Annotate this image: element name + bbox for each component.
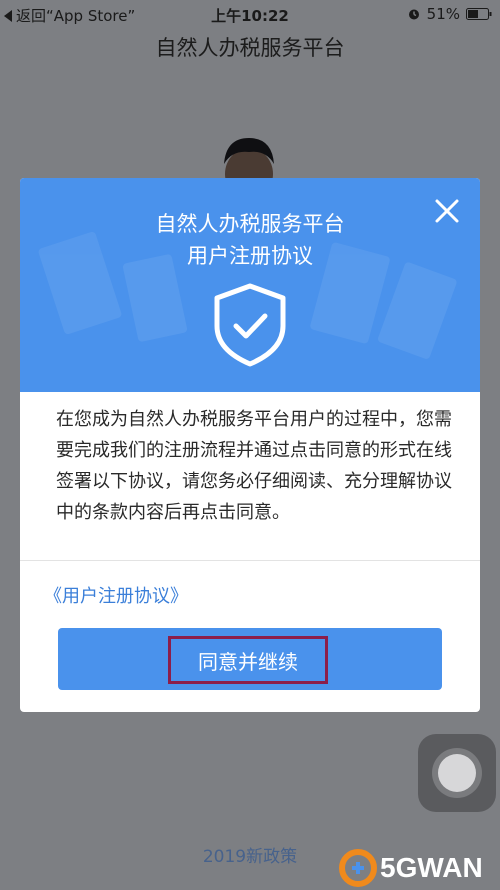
agree-button-highlight: 同意并继续 <box>168 636 328 684</box>
shield-check-icon <box>214 283 286 367</box>
close-icon[interactable] <box>430 194 464 228</box>
user-agreement-link[interactable]: 《用户注册协议》 <box>44 582 188 608</box>
battery-percent: 51% <box>426 5 460 23</box>
battery-icon <box>466 8 492 20</box>
agree-button-label: 同意并继续 <box>198 649 298 674</box>
assistive-touch-center <box>438 754 476 792</box>
page-title: 自然人办税服务平台 <box>155 36 345 60</box>
alarm-icon <box>408 9 419 20</box>
dialog-title-line2: 用户注册协议 <box>187 244 313 268</box>
agree-continue-button[interactable]: 同意并继续 <box>58 628 442 690</box>
watermark: 5GWAN <box>338 846 500 890</box>
registration-agreement-dialog: 自然人办税服务平台 用户注册协议 在您成为自然人办税服务平台用户的过程中，您需要… <box>20 178 480 712</box>
watermark-text: 5GWAN <box>380 852 483 883</box>
dialog-title-line1: 自然人办税服务平台 <box>155 212 345 236</box>
dialog-divider <box>20 560 480 561</box>
watermark-logo-icon <box>339 849 377 887</box>
assistive-touch-icon[interactable] <box>418 734 496 812</box>
status-right: 51% <box>407 5 492 23</box>
dialog-header: 自然人办税服务平台 用户注册协议 <box>20 178 480 392</box>
dialog-body-text: 在您成为自然人办税服务平台用户的过程中，您需要完成我们的注册流程并通过点击同意的… <box>56 409 452 523</box>
status-bar: 返回“App Store” 上午10:22 51% <box>0 0 500 30</box>
